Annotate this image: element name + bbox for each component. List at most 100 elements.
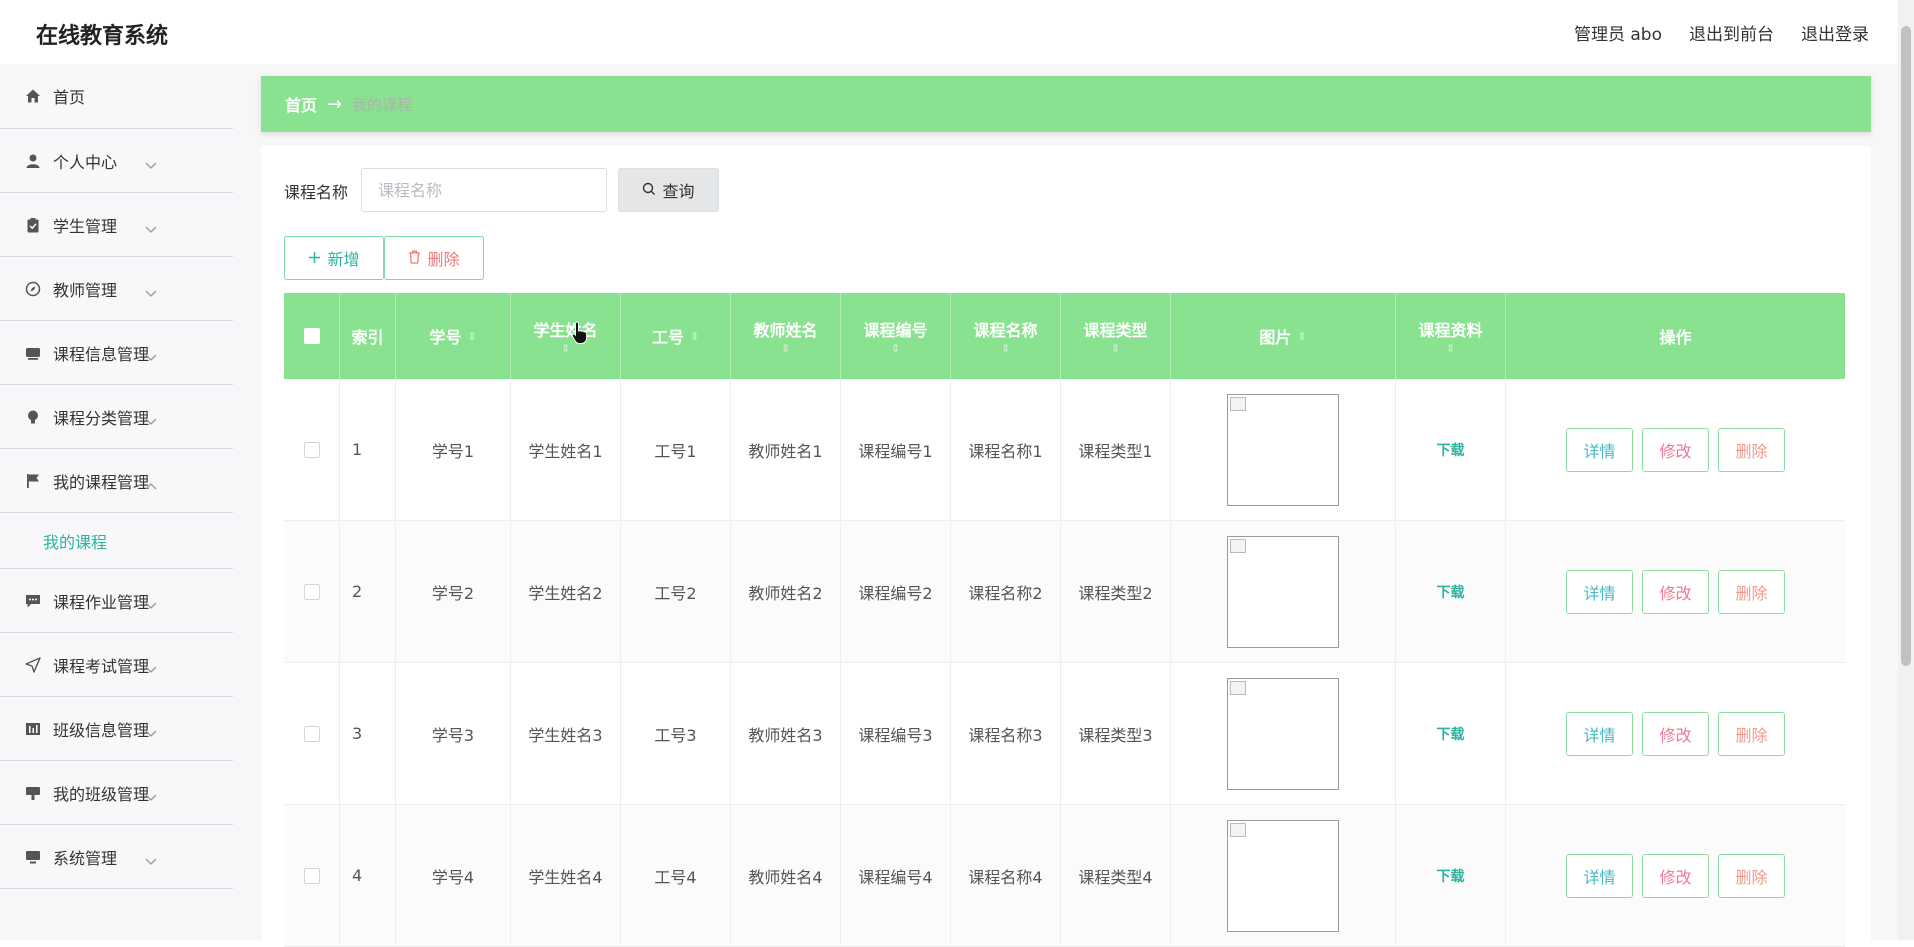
select-all-checkbox[interactable] bbox=[303, 328, 320, 344]
chevron-down-icon bbox=[145, 219, 157, 238]
logout-link[interactable]: 退出登录 bbox=[1801, 20, 1869, 45]
header-operations: 操作 bbox=[1659, 328, 1692, 347]
cell-student-name: 学生姓名1 bbox=[511, 379, 621, 520]
search-label: 课程名称 bbox=[284, 183, 349, 202]
cell-index: 2 bbox=[340, 521, 396, 662]
cell-operations: 详情 修改 删除 bbox=[1506, 805, 1845, 946]
download-link[interactable]: 下载 bbox=[1437, 866, 1465, 886]
cell-teacher-no: 工号3 bbox=[621, 663, 731, 804]
course-image-placeholder bbox=[1227, 677, 1339, 790]
header-course-type[interactable]: 课程类型 ⇕ bbox=[1061, 293, 1171, 379]
sort-icon: ⇕ bbox=[467, 330, 477, 343]
edit-button[interactable]: 修改 bbox=[1642, 853, 1709, 898]
chevron-down-icon bbox=[145, 851, 157, 870]
sidebar-item-course-exam-management[interactable]: 课程考试管理 bbox=[0, 633, 233, 697]
sidebar-item-label: 个人中心 bbox=[53, 152, 118, 172]
plus-icon bbox=[308, 249, 321, 268]
row-checkbox[interactable] bbox=[303, 583, 320, 600]
delete-button[interactable]: 删除 bbox=[1718, 853, 1785, 898]
app-title: 在线教育系统 bbox=[36, 24, 169, 49]
row-checkbox[interactable] bbox=[303, 441, 320, 458]
header-links: 管理员 abo 退出到前台 退出登录 bbox=[1574, 20, 1869, 45]
course-name-search-input[interactable] bbox=[361, 168, 607, 212]
sidebar-item-course-info-management[interactable]: 课程信息管理 bbox=[0, 321, 233, 385]
edit-button[interactable]: 修改 bbox=[1642, 711, 1709, 756]
download-link[interactable]: 下载 bbox=[1437, 440, 1465, 460]
edit-button[interactable]: 修改 bbox=[1642, 569, 1709, 614]
download-link[interactable]: 下载 bbox=[1437, 582, 1465, 602]
header-course-no[interactable]: 课程编号 ⇕ bbox=[841, 293, 951, 379]
page-scrollbar[interactable] bbox=[1898, 0, 1914, 940]
broken-image-icon bbox=[1230, 822, 1246, 837]
monitor-icon bbox=[24, 344, 42, 362]
delete-button[interactable]: 删除 bbox=[1718, 711, 1785, 756]
detail-button[interactable]: 详情 bbox=[1566, 569, 1633, 614]
breadcrumb-home[interactable]: 首页 bbox=[285, 92, 317, 116]
add-button[interactable]: 新增 bbox=[284, 236, 384, 280]
main-content: 首页 → 我的课程 课程名称 查询 新增 删除 索引 bbox=[233, 64, 1914, 947]
download-link[interactable]: 下载 bbox=[1437, 724, 1465, 744]
detail-button[interactable]: 详情 bbox=[1566, 427, 1633, 472]
content-panel: 课程名称 查询 新增 删除 索引 学号⇕ 学生姓名⇕ bbox=[261, 146, 1871, 947]
sidebar-item-course-homework-management[interactable]: 课程作业管理 bbox=[0, 569, 233, 633]
desktop-icon bbox=[24, 848, 42, 866]
sidebar-item-my-course-management[interactable]: 我的课程管理 bbox=[0, 449, 233, 513]
cell-operations: 详情 修改 删除 bbox=[1506, 521, 1845, 662]
cell-course-type: 课程类型1 bbox=[1061, 379, 1171, 520]
batch-delete-button[interactable]: 删除 bbox=[384, 236, 484, 280]
row-checkbox[interactable] bbox=[303, 867, 320, 884]
delete-button[interactable]: 删除 bbox=[1718, 427, 1785, 472]
sidebar-item-label: 班级信息管理 bbox=[53, 720, 150, 740]
broken-image-icon bbox=[1230, 538, 1246, 553]
course-image-placeholder bbox=[1227, 535, 1339, 648]
cell-course-type: 课程类型2 bbox=[1061, 521, 1171, 662]
sidebar-item-class-info-management[interactable]: 班级信息管理 bbox=[0, 697, 233, 761]
sidebar-item-personal-center[interactable]: 个人中心 bbox=[0, 129, 233, 193]
sidebar-item-my-class-management[interactable]: 我的班级管理 bbox=[0, 761, 233, 825]
sidebar-item-label: 系统管理 bbox=[53, 848, 118, 868]
trash-icon bbox=[408, 249, 421, 268]
table-row: 2 学号2 学生姓名2 工号2 教师姓名2 课程编号2 课程名称2 课程类型2 … bbox=[284, 521, 1845, 663]
exit-to-front-link[interactable]: 退出到前台 bbox=[1689, 20, 1774, 45]
row-select-cell bbox=[284, 805, 340, 946]
table-row: 1 学号1 学生姓名1 工号1 教师姓名1 课程编号1 课程名称1 课程类型1 … bbox=[284, 379, 1845, 521]
header-student-no[interactable]: 学号 ⇕ bbox=[396, 293, 511, 379]
scrollbar-thumb[interactable] bbox=[1901, 26, 1911, 666]
header-teacher-name[interactable]: 教师姓名 ⇕ bbox=[731, 293, 841, 379]
add-button-label: 新增 bbox=[327, 250, 360, 269]
admin-user-label[interactable]: 管理员 abo bbox=[1574, 20, 1662, 45]
header-course-name[interactable]: 课程名称 ⇕ bbox=[951, 293, 1061, 379]
sidebar-item-teacher-management[interactable]: 教师管理 bbox=[0, 257, 233, 321]
header-teacher-no[interactable]: 工号 ⇕ bbox=[621, 293, 731, 379]
cell-course-name: 课程名称1 bbox=[951, 379, 1061, 520]
chevron-up-icon bbox=[145, 475, 157, 494]
detail-button[interactable]: 详情 bbox=[1566, 711, 1633, 756]
row-select-cell bbox=[284, 663, 340, 804]
flag-icon bbox=[24, 472, 42, 490]
cell-student-no: 学号4 bbox=[396, 805, 511, 946]
sidebar-item-course-category-management[interactable]: 课程分类管理 bbox=[0, 385, 233, 449]
sidebar-item-student-management[interactable]: 学生管理 bbox=[0, 193, 233, 257]
sidebar-subitem-my-courses[interactable]: 我的课程 bbox=[0, 513, 233, 569]
search-button[interactable]: 查询 bbox=[618, 168, 719, 212]
edit-button[interactable]: 修改 bbox=[1642, 427, 1709, 472]
home-icon bbox=[24, 87, 42, 105]
sidebar-item-label: 我的课程管理 bbox=[53, 472, 150, 492]
delete-button[interactable]: 删除 bbox=[1718, 569, 1785, 614]
cell-material: 下载 bbox=[1396, 663, 1506, 804]
chevron-down-icon bbox=[145, 595, 157, 614]
chat-icon bbox=[24, 592, 42, 610]
sidebar-item-label: 课程信息管理 bbox=[53, 344, 150, 364]
cell-course-name: 课程名称2 bbox=[951, 521, 1061, 662]
header-course-material[interactable]: 课程资料 ⇕ bbox=[1396, 293, 1506, 379]
sidebar-item-home[interactable]: 首页 bbox=[0, 64, 233, 129]
header-image[interactable]: 图片 ⇕ bbox=[1171, 293, 1396, 379]
chevron-down-icon bbox=[145, 787, 157, 806]
sidebar-item-system-management[interactable]: 系统管理 bbox=[0, 825, 233, 889]
header-student-name[interactable]: 学生姓名 ⇕ bbox=[511, 293, 621, 379]
row-checkbox[interactable] bbox=[303, 725, 320, 742]
cell-course-name: 课程名称3 bbox=[951, 663, 1061, 804]
detail-button[interactable]: 详情 bbox=[1566, 853, 1633, 898]
sort-icon: ⇕ bbox=[1297, 330, 1307, 343]
sort-icon: ⇕ bbox=[689, 330, 700, 343]
